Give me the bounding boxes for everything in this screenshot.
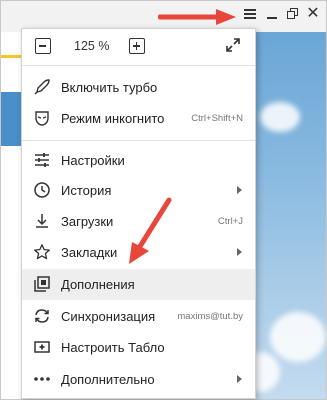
zoom-out-button[interactable]	[35, 38, 51, 54]
menu-item-shortcut: Ctrl+Shift+N	[191, 113, 243, 124]
page-yellow-line	[1, 55, 21, 58]
menu-item-label: Включить турбо	[61, 80, 158, 95]
more-dots-icon	[34, 377, 50, 381]
menu-item-label: Синхронизация	[61, 309, 156, 324]
menu-item-incognito[interactable]: Режим инкогнито Ctrl+Shift+N	[22, 103, 255, 134]
cloud	[260, 102, 300, 132]
minimize-button[interactable]	[264, 6, 280, 22]
menu-item-customize-tableau[interactable]: Настроить Табло	[22, 332, 255, 363]
menu-item-label: Дополнительно	[61, 372, 155, 387]
red-arrow-annotation	[158, 9, 236, 25]
menu-item-sync[interactable]: Синхронизация maxims@tut.by	[22, 301, 255, 332]
zoom-level: 125 %	[74, 39, 110, 53]
close-button[interactable]: ✕	[305, 6, 321, 22]
extensions-icon	[34, 276, 50, 292]
sync-icon	[35, 309, 49, 323]
zoom-in-button[interactable]	[129, 38, 145, 54]
menu-item-turbo[interactable]: Включить турбо	[22, 72, 255, 103]
add-tableau-icon	[34, 341, 50, 353]
settings-sliders-icon	[35, 153, 49, 167]
incognito-mask-icon	[35, 111, 49, 126]
download-icon	[36, 214, 48, 228]
zoom-row: 125 %	[22, 29, 255, 64]
rocket-icon	[34, 79, 50, 95]
page-content-left	[1, 32, 21, 399]
fullscreen-icon[interactable]	[225, 37, 241, 53]
clock-icon	[34, 182, 50, 198]
menu-item-label: Дополнения	[61, 277, 135, 292]
menu-item-label: Закладки	[61, 245, 118, 260]
cloud	[270, 312, 326, 362]
menu-item-extensions[interactable]: Дополнения	[22, 269, 255, 300]
hamburger-icon	[244, 7, 256, 21]
red-arrow-annotation	[129, 197, 172, 264]
menu-item-shortcut: Ctrl+J	[217, 216, 243, 227]
menu-item-settings[interactable]: Настройки	[22, 145, 255, 176]
menu-item-label: Настроить Табло	[61, 340, 165, 355]
menu-item-more[interactable]: Дополнительно	[22, 364, 255, 395]
menu-item-label: Режим инкогнито	[61, 111, 165, 126]
chevron-right-icon	[237, 186, 242, 194]
star-icon	[34, 244, 50, 260]
menu-item-label: Загрузки	[61, 214, 114, 229]
menu-separator	[22, 140, 255, 141]
menu-item-label: Настройки	[61, 153, 125, 168]
restore-button[interactable]	[285, 6, 301, 22]
menu-item-label: История	[61, 183, 112, 198]
sync-account-email: maxims@tut.by	[177, 311, 243, 322]
chevron-right-icon	[237, 248, 242, 256]
menu-separator	[22, 65, 255, 66]
chevron-right-icon	[237, 375, 242, 383]
menu-hamburger-button[interactable]	[240, 4, 260, 24]
page-blue-block	[1, 92, 21, 146]
